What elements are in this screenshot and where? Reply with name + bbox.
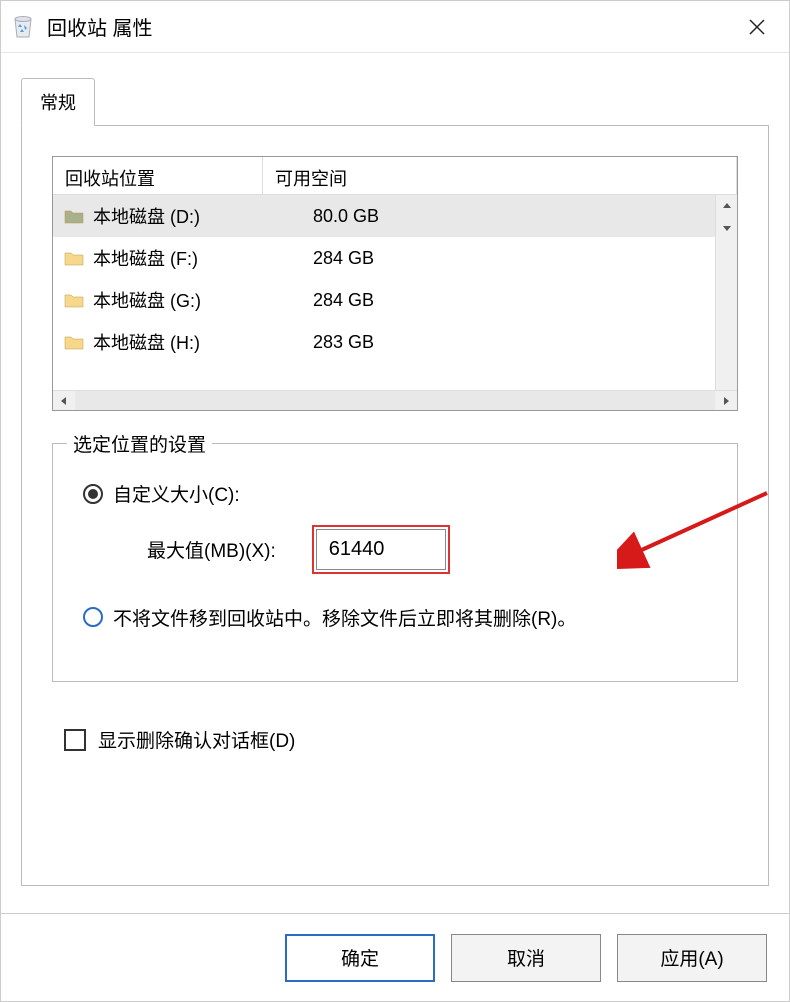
max-size-label: 最大值(MB)(X):: [147, 536, 276, 563]
folder-icon: [63, 205, 85, 227]
scroll-up-icon[interactable]: [716, 195, 737, 217]
tab-panel: 回收站位置 可用空间 本地磁盘 (D:)80.0 GB本地磁盘 (F:)284 …: [21, 126, 769, 886]
drive-name: 本地磁盘 (H:): [93, 329, 281, 355]
close-icon: [749, 19, 765, 35]
folder-icon: [63, 247, 85, 269]
header-location[interactable]: 回收站位置: [53, 157, 263, 194]
confirm-checkbox-row: 显示删除确认对话框(D): [64, 726, 738, 753]
drive-row[interactable]: 本地磁盘 (F:)284 GB: [53, 237, 737, 279]
radio-no-move[interactable]: [83, 607, 103, 627]
max-size-highlight: [312, 525, 450, 574]
max-size-input[interactable]: [316, 529, 446, 570]
recycle-bin-icon: [9, 13, 37, 41]
dialog-buttons: 确定 取消 应用(A): [1, 913, 789, 1001]
scroll-left-icon[interactable]: [53, 391, 75, 410]
radio-custom-size-label[interactable]: 自定义大小(C):: [113, 480, 240, 507]
scroll-right-icon[interactable]: [715, 391, 737, 410]
drive-name: 本地磁盘 (D:): [93, 203, 281, 229]
folder-icon: [63, 289, 85, 311]
listview-rows: 本地磁盘 (D:)80.0 GB本地磁盘 (F:)284 GB本地磁盘 (G:)…: [53, 195, 737, 390]
drive-name: 本地磁盘 (F:): [93, 245, 281, 271]
drive-name: 本地磁盘 (G:): [93, 287, 281, 313]
horizontal-scrollbar[interactable]: [53, 390, 737, 410]
drive-row[interactable]: 本地磁盘 (D:)80.0 GB: [53, 195, 737, 237]
drive-listview[interactable]: 回收站位置 可用空间 本地磁盘 (D:)80.0 GB本地磁盘 (F:)284 …: [52, 156, 738, 411]
radio-custom-size[interactable]: [83, 484, 103, 504]
drive-freespace: 283 GB: [281, 332, 374, 353]
settings-groupbox: 选定位置的设置 自定义大小(C): 最大值(MB)(X):: [52, 443, 738, 682]
folder-icon: [63, 331, 85, 353]
scroll-track[interactable]: [75, 391, 715, 410]
content-area: 常规 回收站位置 可用空间 本地磁盘 (D:)80.0 GB本地磁盘 (F:)2…: [1, 53, 789, 913]
radio-no-move-row: 不将文件移到回收站中。移除文件后立即将其删除(R)。: [83, 604, 713, 631]
max-size-row: 最大值(MB)(X):: [147, 525, 713, 574]
radio-no-move-label[interactable]: 不将文件移到回收站中。移除文件后立即将其删除(R)。: [113, 604, 576, 631]
titlebar: 回收站 属性: [1, 1, 789, 53]
confirm-checkbox[interactable]: [64, 729, 86, 751]
drive-row[interactable]: 本地磁盘 (H:)283 GB: [53, 321, 737, 363]
tab-strip: 常规: [21, 77, 769, 126]
listview-header: 回收站位置 可用空间: [53, 157, 737, 195]
close-button[interactable]: [733, 3, 781, 51]
drive-freespace: 284 GB: [281, 290, 374, 311]
vertical-scrollbar[interactable]: [715, 195, 737, 390]
tab-general[interactable]: 常规: [21, 78, 95, 126]
drive-freespace: 284 GB: [281, 248, 374, 269]
groupbox-title: 选定位置的设置: [67, 430, 212, 457]
scroll-down-icon[interactable]: [716, 217, 737, 239]
cancel-button[interactable]: 取消: [451, 934, 601, 982]
window-title: 回收站 属性: [47, 12, 733, 41]
confirm-checkbox-label[interactable]: 显示删除确认对话框(D): [98, 726, 295, 753]
ok-button[interactable]: 确定: [285, 934, 435, 982]
drive-row[interactable]: 本地磁盘 (G:)284 GB: [53, 279, 737, 321]
radio-custom-size-row: 自定义大小(C):: [83, 480, 713, 507]
drive-freespace: 80.0 GB: [281, 206, 379, 227]
dialog-window: 回收站 属性 常规 回收站位置 可用空间 本地磁盘 (D:)80.0 GB本地磁…: [0, 0, 790, 1002]
header-freespace[interactable]: 可用空间: [263, 157, 737, 194]
apply-button[interactable]: 应用(A): [617, 934, 767, 982]
